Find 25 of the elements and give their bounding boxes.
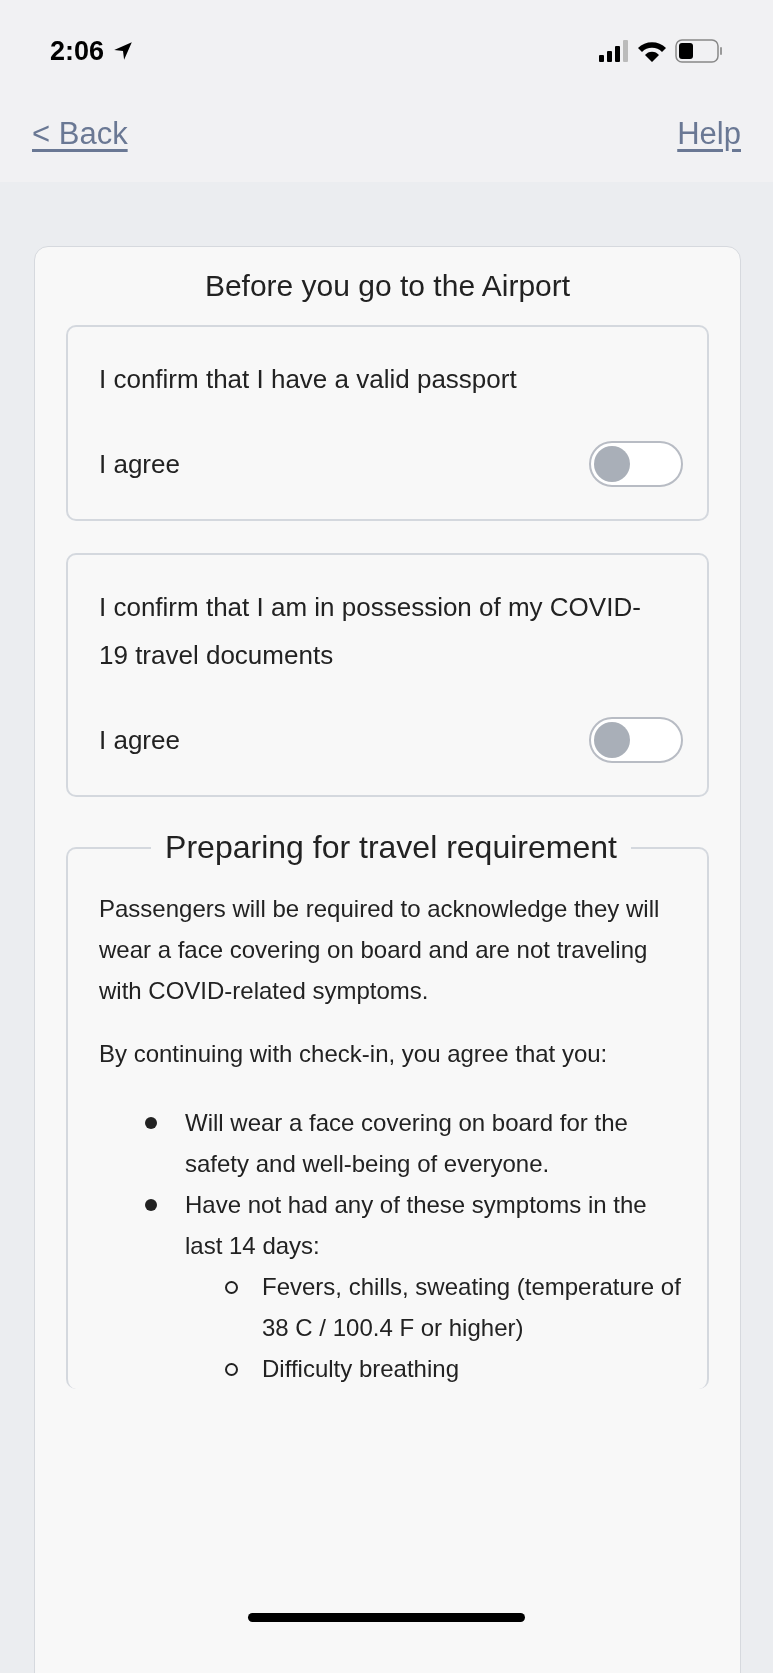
paragraph: Passengers will be required to acknowledge they will wear a face covering on board and are not traveling with COVID-related symptoms. [99,894,661,1006]
confirmation-text: I confirm that I am in possession of my COVID-19 travel documents [99,591,642,672]
paragraph: By continuing with check-in, you agree that you: [99,1039,609,1069]
status-time: 2:06 [50,35,105,67]
list-item: Fevers, chills, sweating (temperature of 38 C / 100.4 F or higher) [262,1272,682,1343]
location-arrow-icon [112,40,135,62]
agree-toggle[interactable] [589,717,683,763]
wifi-icon [637,40,667,62]
agree-toggle[interactable] [589,441,683,487]
agree-label: I agree [99,448,180,480]
card-title: Before you go to the Airport [203,269,572,303]
back-link[interactable]: < Back [32,116,128,152]
bullet-icon [225,1281,238,1294]
bullet-icon [145,1199,157,1211]
list-item: Will wear a face covering on board for the safety and well-being of everyone. [185,1108,629,1179]
list-item: Have not had any of these symptoms in the last 14 days: [185,1190,648,1261]
battery-icon [675,39,723,63]
agree-label: I agree [99,724,180,756]
requirement-heading: Preparing for travel requirement [164,829,618,866]
list-item: Difficulty breathing [262,1354,459,1384]
signal-icon [599,40,629,62]
confirmation-text: I confirm that I have a valid passport [99,363,518,396]
bullet-icon [145,1117,157,1129]
bullet-icon [225,1363,238,1376]
help-link[interactable]: Help [677,116,741,152]
